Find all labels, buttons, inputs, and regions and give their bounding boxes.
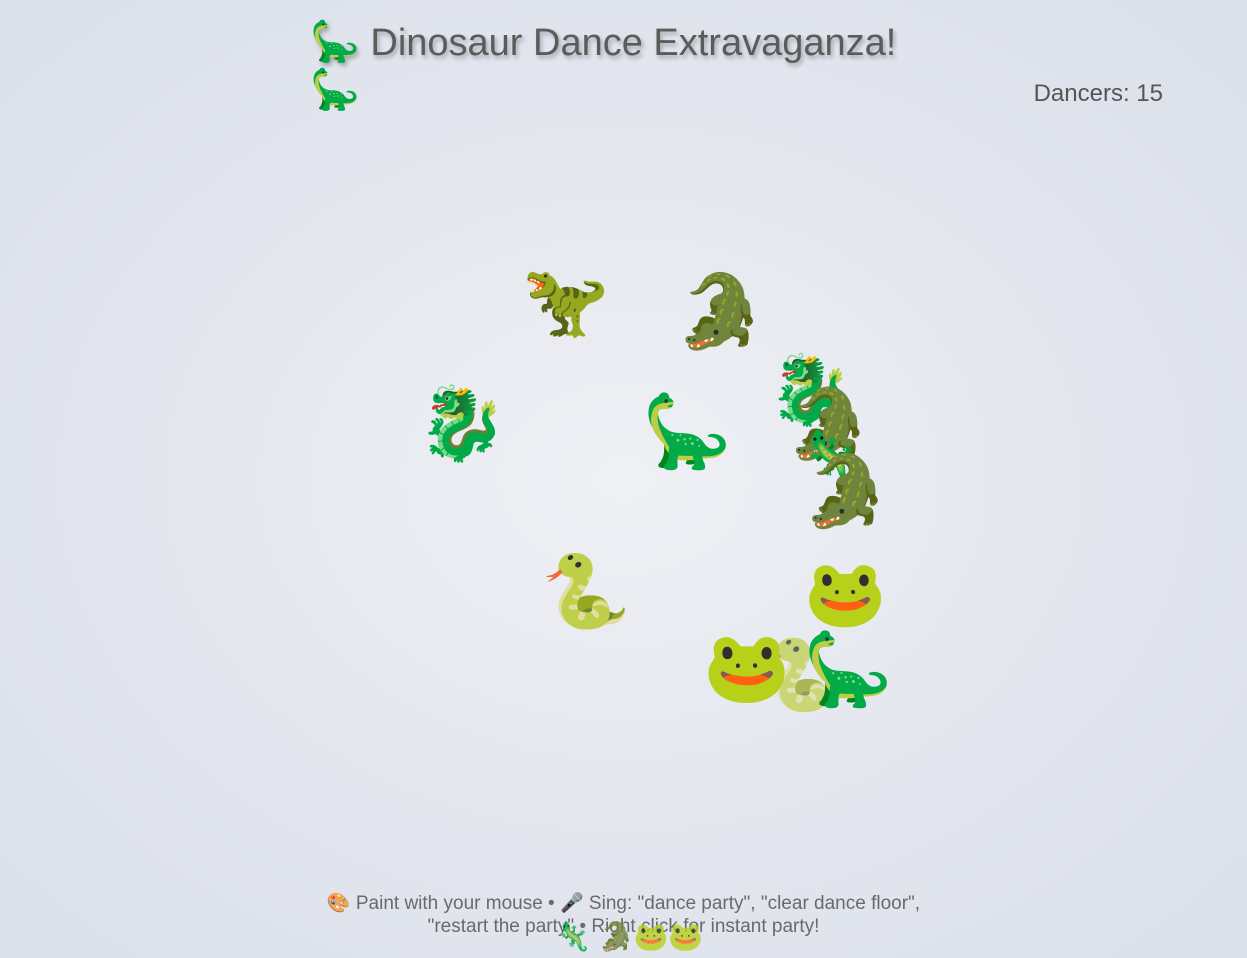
title-text: Dinosaur Dance Extravaganza!	[370, 22, 897, 64]
sauropod-icon: 🦕	[310, 68, 360, 112]
snake-dancer[interactable]: 🐍	[541, 556, 631, 628]
sauropod-icon: 🦕	[310, 20, 360, 64]
frog-dancer[interactable]: 🐸	[804, 560, 886, 626]
crocodile-dancer[interactable]: 🐊	[675, 276, 765, 348]
dragon-dancer[interactable]: 🐉	[417, 388, 507, 460]
sauropod-dancer[interactable]: 🦕	[803, 634, 893, 706]
crocodile-dancer[interactable]: 🐊	[802, 456, 889, 526]
dancer-counter: Dancers: 15	[1033, 80, 1163, 107]
trex-dancer[interactable]: 🦖	[522, 266, 609, 336]
sauropod-dancer[interactable]: 🦕	[642, 396, 732, 468]
frog-dancer[interactable]: 🐸	[703, 632, 790, 702]
page-title: 🦕 Dinosaur Dance Extravaganza!	[310, 18, 896, 67]
footer-emoji-row: 🦎 🐊🐸🐸	[556, 921, 704, 952]
